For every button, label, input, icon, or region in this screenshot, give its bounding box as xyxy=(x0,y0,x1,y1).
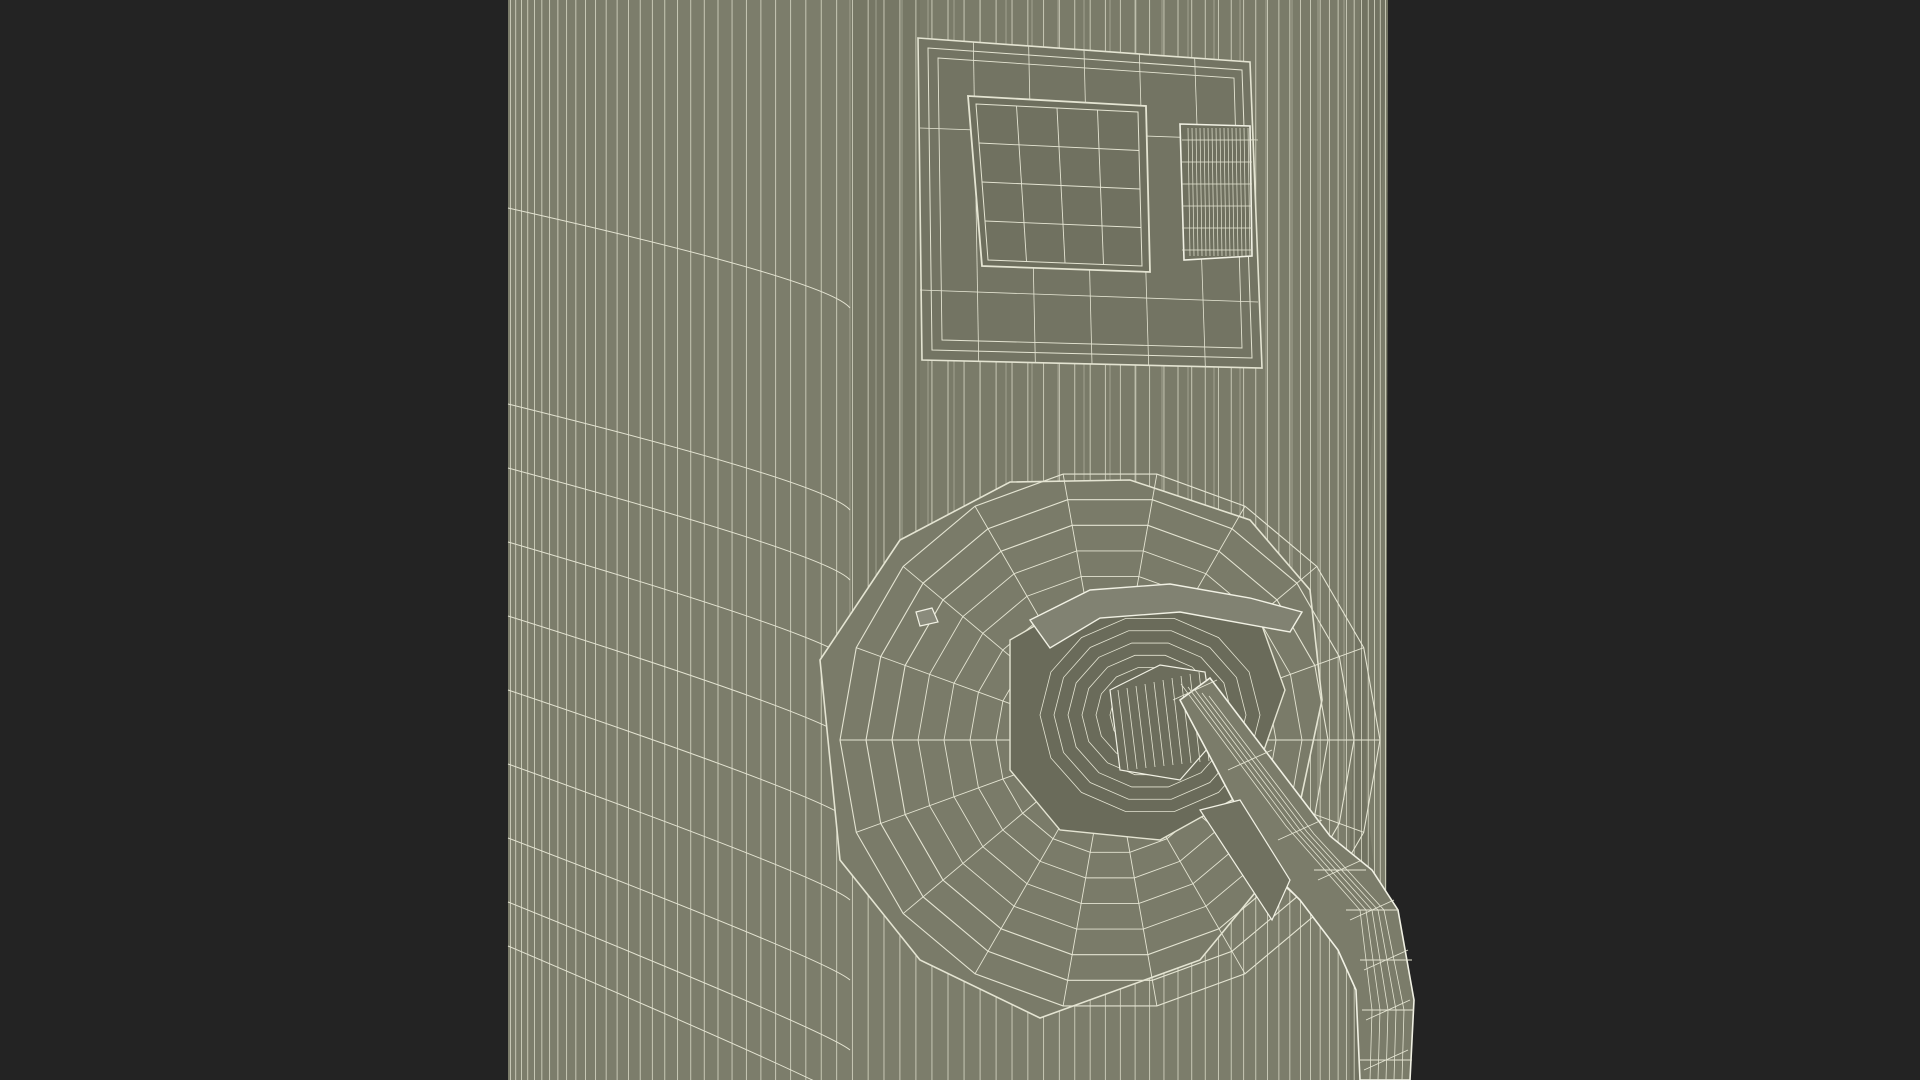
wireframe-render-viewport xyxy=(0,0,1920,1080)
screen xyxy=(967,95,1151,273)
card-reader xyxy=(1179,123,1253,261)
charging-station-model xyxy=(507,0,1415,1080)
